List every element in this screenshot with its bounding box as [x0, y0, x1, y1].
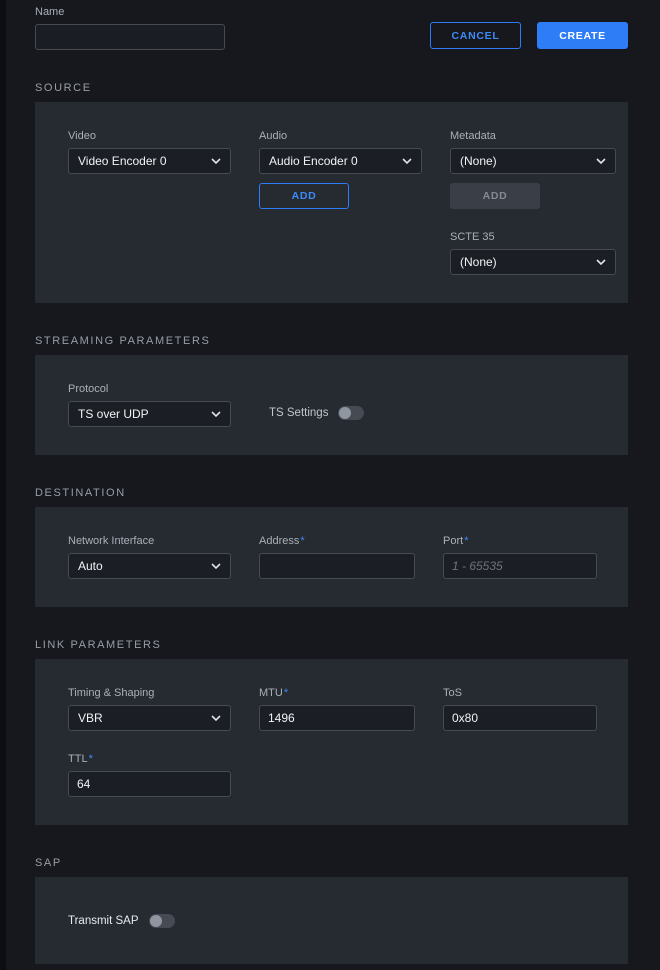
ts-settings-label: TS Settings	[269, 407, 328, 419]
video-field-group: Video Video Encoder 0	[68, 130, 231, 174]
link-panel: Timing & Shaping VBR MTU* ToS TTL*	[35, 659, 628, 825]
ts-settings-group: TS Settings	[269, 400, 595, 426]
tos-field-group: ToS	[443, 687, 597, 731]
sap-panel: Transmit SAP	[35, 877, 628, 964]
streaming-panel: Protocol TS over UDP TS Settings	[35, 355, 628, 455]
source-panel: Video Video Encoder 0 Audio Audio Encode…	[35, 102, 628, 303]
header-row: Name CANCEL CREATE	[35, 6, 628, 50]
mtu-label: MTU*	[259, 687, 415, 699]
timing-label: Timing & Shaping	[68, 687, 231, 699]
required-asterisk: *	[464, 535, 468, 547]
protocol-select[interactable]: TS over UDP	[68, 401, 231, 427]
tos-input[interactable]	[443, 705, 597, 731]
audio-field-group: Audio Audio Encoder 0 ADD	[259, 130, 422, 209]
required-asterisk: *	[284, 687, 288, 699]
ttl-input[interactable]	[68, 771, 231, 797]
metadata-field-group: Metadata (None) ADD SCTE 35 (None)	[450, 130, 616, 275]
name-field-group: Name	[35, 6, 225, 50]
header-buttons: CANCEL CREATE	[430, 22, 628, 50]
metadata-select-value: (None)	[460, 154, 497, 168]
name-label: Name	[35, 6, 225, 18]
audio-select[interactable]: Audio Encoder 0	[259, 148, 422, 174]
sap-section-title: SAP	[35, 857, 628, 869]
mtu-field-group: MTU*	[259, 687, 415, 731]
toggle-knob	[339, 407, 351, 419]
drawer-left-edge	[0, 0, 6, 970]
network-interface-field-group: Network Interface Auto	[68, 535, 231, 579]
source-section-title: SOURCE	[35, 82, 628, 94]
chevron-down-icon	[596, 158, 606, 164]
transmit-sap-group: Transmit SAP	[68, 914, 175, 928]
destination-section-title: DESTINATION	[35, 487, 628, 499]
chevron-down-icon	[211, 158, 221, 164]
streaming-section-title: STREAMING PARAMETERS	[35, 335, 628, 347]
chevron-down-icon	[211, 563, 221, 569]
name-input[interactable]	[35, 24, 225, 50]
network-interface-select-value: Auto	[78, 559, 103, 573]
metadata-label: Metadata	[450, 130, 616, 142]
transmit-sap-label: Transmit SAP	[68, 915, 139, 927]
address-input[interactable]	[259, 553, 415, 579]
required-asterisk: *	[300, 535, 304, 547]
scte35-field-group: SCTE 35 (None)	[450, 231, 616, 275]
chevron-down-icon	[211, 715, 221, 721]
timing-select[interactable]: VBR	[68, 705, 231, 731]
network-interface-label: Network Interface	[68, 535, 231, 547]
destination-panel: Network Interface Auto Address* Port*	[35, 507, 628, 607]
audio-add-button[interactable]: ADD	[259, 183, 349, 209]
required-asterisk: *	[89, 753, 93, 765]
ttl-label: TTL*	[68, 753, 231, 765]
link-section-title: LINK PARAMETERS	[35, 639, 628, 651]
chevron-down-icon	[211, 411, 221, 417]
address-field-group: Address*	[259, 535, 415, 579]
address-label: Address*	[259, 535, 415, 547]
ttl-field-group: TTL*	[68, 753, 231, 797]
tos-label: ToS	[443, 687, 597, 699]
scte35-select-value: (None)	[460, 255, 497, 269]
port-label: Port*	[443, 535, 597, 547]
network-interface-select[interactable]: Auto	[68, 553, 231, 579]
video-label: Video	[68, 130, 231, 142]
toggle-knob	[150, 915, 162, 927]
port-field-group: Port*	[443, 535, 597, 579]
mtu-input[interactable]	[259, 705, 415, 731]
port-input[interactable]	[443, 553, 597, 579]
form-drawer: Name CANCEL CREATE SOURCE Video Video En…	[0, 0, 660, 964]
video-select-value: Video Encoder 0	[78, 154, 167, 168]
audio-label: Audio	[259, 130, 422, 142]
create-button[interactable]: CREATE	[537, 22, 628, 49]
protocol-label: Protocol	[68, 383, 231, 395]
scte35-label: SCTE 35	[450, 231, 616, 243]
video-select[interactable]: Video Encoder 0	[68, 148, 231, 174]
metadata-add-button: ADD	[450, 183, 540, 209]
audio-select-value: Audio Encoder 0	[269, 154, 358, 168]
chevron-down-icon	[596, 259, 606, 265]
protocol-field-group: Protocol TS over UDP	[68, 383, 231, 427]
protocol-select-value: TS over UDP	[78, 407, 149, 421]
timing-select-value: VBR	[78, 711, 103, 725]
metadata-select[interactable]: (None)	[450, 148, 616, 174]
timing-field-group: Timing & Shaping VBR	[68, 687, 231, 731]
scte35-select[interactable]: (None)	[450, 249, 616, 275]
cancel-button[interactable]: CANCEL	[430, 22, 521, 49]
ts-settings-toggle[interactable]	[338, 406, 364, 420]
chevron-down-icon	[402, 158, 412, 164]
transmit-sap-toggle[interactable]	[149, 914, 175, 928]
